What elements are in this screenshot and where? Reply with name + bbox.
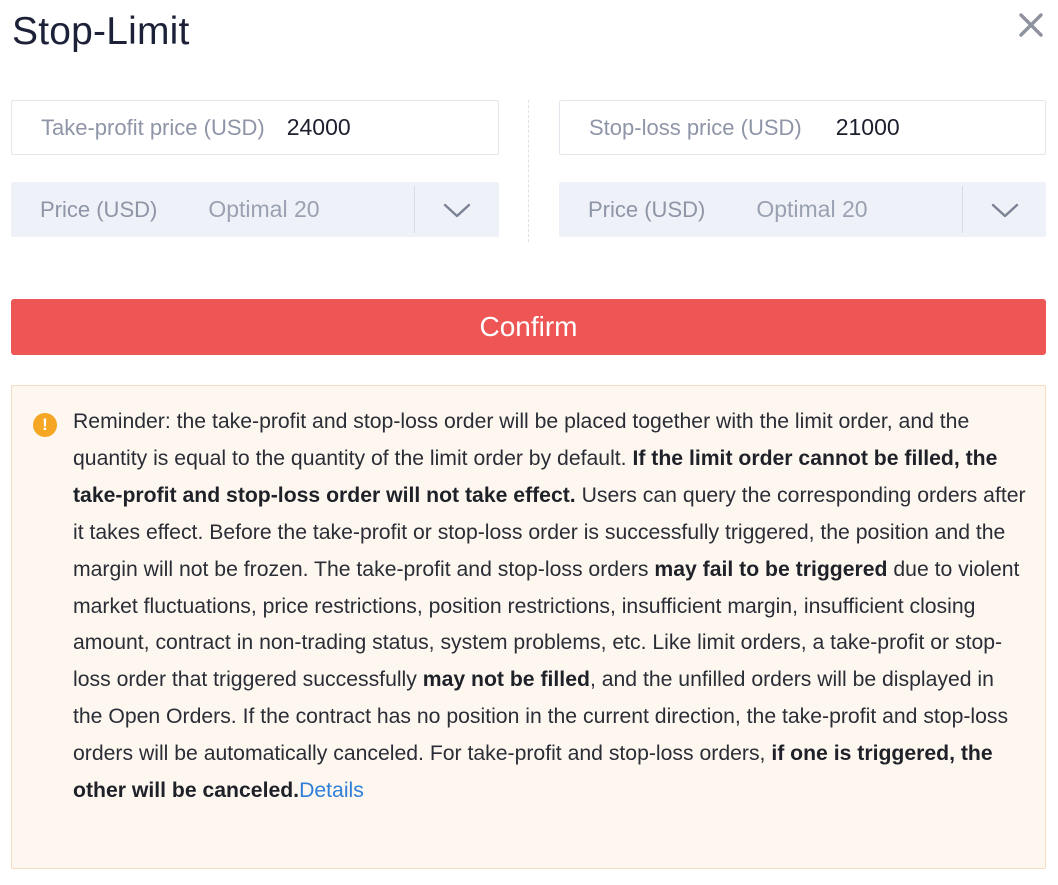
stop-loss-price-label: Stop-loss price (USD) xyxy=(589,114,802,140)
reminder-emphasis: may fail to be triggered xyxy=(654,557,888,581)
reminder-emphasis: may not be filled xyxy=(422,668,590,692)
take-profit-price-input[interactable] xyxy=(286,114,437,141)
chevron-down-icon xyxy=(991,203,1019,217)
take-profit-price-field[interactable]: Take-profit price (USD) xyxy=(11,100,499,155)
stop-loss-price-field[interactable]: Stop-loss price (USD) xyxy=(559,100,1046,155)
warning-icon: ! xyxy=(33,413,57,437)
dialog-title: Stop-Limit xyxy=(12,10,190,53)
stop-loss-order-price-value: Optimal 20 xyxy=(756,196,868,222)
stop-loss-dropdown-button[interactable] xyxy=(963,182,1047,237)
chevron-down-icon xyxy=(443,203,471,217)
take-profit-order-price-label: Price (USD) xyxy=(40,196,158,222)
close-icon xyxy=(1019,13,1043,37)
stop-loss-order-price-label: Price (USD) xyxy=(588,196,706,222)
close-button[interactable] xyxy=(1012,6,1050,44)
take-profit-price-label: Take-profit price (USD) xyxy=(41,114,265,140)
confirm-button[interactable]: Confirm xyxy=(11,299,1046,355)
stop-loss-price-input[interactable] xyxy=(835,114,986,141)
reminder-text: Reminder: the take-profit and stop-loss … xyxy=(73,404,1028,810)
details-link[interactable]: Details xyxy=(299,779,364,802)
take-profit-order-price-value: Optimal 20 xyxy=(208,196,320,222)
reminder-notice: ! Reminder: the take-profit and stop-los… xyxy=(11,385,1046,869)
column-divider xyxy=(528,100,529,242)
stop-loss-order-price-select[interactable]: Price (USD) Optimal 20 xyxy=(559,182,1046,237)
take-profit-dropdown-button[interactable] xyxy=(415,182,499,237)
take-profit-order-price-select[interactable]: Price (USD) Optimal 20 xyxy=(11,182,499,237)
